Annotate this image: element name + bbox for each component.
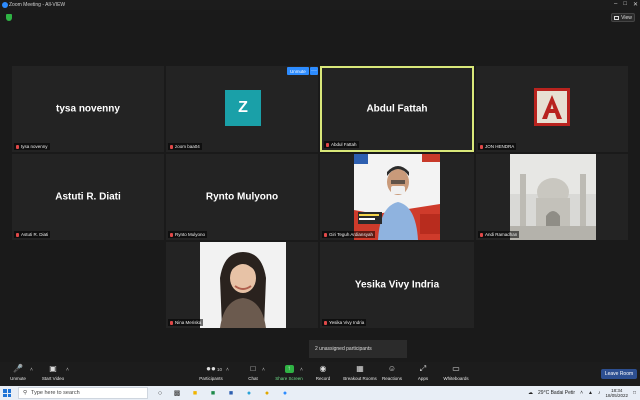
video-tile[interactable]: Nina Meriska — [166, 242, 318, 328]
window-title: Zoom Meeting - All-VIEW — [9, 2, 66, 8]
profile-picture — [534, 88, 570, 126]
leave-room-button[interactable]: Leave Room — [601, 369, 637, 379]
participant-video-feed — [200, 242, 286, 328]
whiteboards-button[interactable]: ▭ Whiteboards — [438, 364, 474, 382]
video-tile[interactable]: tysa novenny tysa novenny — [12, 66, 164, 152]
muted-mic-icon — [324, 232, 327, 237]
view-button[interactable]: View — [611, 13, 635, 22]
file-explorer-icon[interactable]: ■ — [190, 388, 200, 398]
participant-label: Rynto Mulyono — [168, 231, 208, 238]
participants-count: 10 — [217, 367, 223, 372]
chat-button[interactable]: □ Chat — [235, 364, 271, 382]
search-icon: ⚲ — [23, 390, 28, 396]
tray-overflow-icon[interactable]: ˄ — [580, 390, 583, 396]
security-shield-icon[interactable] — [6, 14, 12, 21]
video-off-icon: ▣ — [49, 364, 57, 373]
participant-name-display: Abdul Fattah — [366, 103, 428, 115]
record-button[interactable]: ◉ Record — [305, 364, 341, 382]
network-icon[interactable]: ▲ — [588, 390, 593, 396]
participant-label: Abdul Fattah — [324, 141, 359, 148]
mic-off-icon: 🎤 — [13, 364, 23, 373]
participant-video-feed — [354, 154, 440, 240]
muted-mic-icon — [324, 320, 327, 325]
clock[interactable]: 18:34 18/05/2022 — [605, 388, 628, 398]
window-controls: – □ ✕ — [614, 1, 638, 8]
widgets-icon[interactable]: ▩ — [172, 388, 182, 398]
muted-mic-icon — [16, 144, 19, 149]
avatar: Z — [225, 90, 261, 126]
participants-button[interactable]: ●● Participants — [193, 364, 229, 382]
weather-icon[interactable]: ☁ — [528, 390, 533, 396]
chevron-up-icon[interactable]: ˄ — [300, 367, 303, 373]
more-options-button[interactable]: ··· — [310, 67, 318, 75]
unassigned-participants-notice[interactable]: 2 unassigned participants — [309, 340, 407, 358]
volume-icon[interactable]: ♪ — [598, 390, 601, 396]
participant-label: Nina Meriska — [168, 319, 204, 326]
notifications-icon[interactable]: □ — [633, 390, 636, 396]
participant-label: JON HENDRA — [478, 143, 517, 150]
meeting-toolbar: 🎤 Unmute ˄ ▣ Start Video ˄ ●● Participants … — [0, 362, 640, 386]
participant-label: Giri Teguh Ardiansyah — [322, 231, 375, 238]
participant-label: Andi Ramadhan — [478, 231, 520, 238]
participant-name-display: Astuti R. Diati — [55, 191, 121, 203]
windows-start-icon[interactable] — [3, 389, 11, 397]
close-icon[interactable]: ✕ — [633, 1, 638, 8]
breakout-rooms-icon: ▦ — [356, 364, 364, 373]
chevron-up-icon[interactable]: ˄ — [262, 367, 265, 373]
participant-virtual-background — [510, 154, 596, 240]
muted-mic-icon — [170, 320, 173, 325]
taskbar-search-input[interactable]: ⚲ Type here to search — [18, 387, 148, 399]
muted-mic-icon — [326, 142, 329, 147]
video-tile[interactable]: Astuti R. Diati Astuti R. Diati — [12, 154, 164, 240]
task-view-icon[interactable]: ○ — [155, 388, 165, 398]
chevron-up-icon[interactable]: ˄ — [66, 367, 69, 373]
participant-label: zoom baa04 — [168, 143, 202, 150]
muted-mic-icon — [480, 232, 483, 237]
zoom-taskbar-icon[interactable]: ● — [280, 388, 290, 398]
participants-icon: ●● — [206, 364, 216, 373]
muted-mic-icon — [170, 144, 173, 149]
chat-icon: □ — [250, 364, 256, 373]
video-tile[interactable]: JON HENDRA — [476, 66, 628, 152]
video-tile[interactable]: Rynto Mulyono Rynto Mulyono — [166, 154, 318, 240]
whiteboard-icon: ▭ — [452, 364, 460, 373]
weather-text[interactable]: 29°C Badai Petir — [538, 390, 575, 396]
muted-mic-icon — [170, 232, 173, 237]
system-tray: ☁ 29°C Badai Petir ˄ ▲ ♪ 18:34 18/05/202… — [528, 387, 636, 399]
record-icon: ◉ — [319, 364, 327, 373]
apps-button[interactable]: ⤢ Apps — [405, 364, 441, 382]
share-screen-icon: ↑ — [284, 365, 294, 373]
excel-icon[interactable]: ■ — [208, 388, 218, 398]
video-tile[interactable]: Andi Ramadhan — [476, 154, 628, 240]
participant-label: Astuti R. Diati — [14, 231, 51, 238]
video-tile-active-speaker[interactable]: Abdul Fattah Abdul Fattah — [320, 66, 474, 152]
smiley-icon: ☺ — [387, 364, 397, 373]
minimize-icon[interactable]: – — [614, 1, 617, 8]
participant-label: tysa novenny — [14, 143, 50, 150]
title-bar: Zoom Meeting - All-VIEW – □ ✕ — [0, 0, 640, 10]
chrome-icon[interactable]: ● — [262, 388, 272, 398]
video-tile[interactable]: Giri Teguh Ardiansyah — [320, 154, 474, 240]
muted-mic-icon — [480, 144, 483, 149]
chevron-up-icon[interactable]: ˄ — [226, 367, 229, 373]
participant-name-display: Rynto Mulyono — [205, 191, 279, 203]
video-tile[interactable]: Yesika Vivy Indria Yesika Vivy Indria — [320, 242, 474, 328]
zoom-logo-icon — [2, 2, 8, 8]
apps-icon: ⤢ — [419, 364, 427, 373]
edge-icon[interactable]: ● — [244, 388, 254, 398]
grid-icon — [614, 15, 620, 20]
muted-mic-icon — [16, 232, 19, 237]
video-tile[interactable]: Z zoom baa04 — [166, 66, 318, 152]
participant-label: Yesika Vivy Indria — [322, 319, 367, 326]
chevron-up-icon[interactable]: ˄ — [30, 367, 33, 373]
unmute-participant-button[interactable]: Unmute — [287, 67, 309, 75]
maximize-icon[interactable]: □ — [623, 1, 627, 8]
word-icon[interactable]: ■ — [226, 388, 236, 398]
participant-name-display: Yesika Vivy Indria — [354, 279, 440, 291]
participant-name-display: tysa novenny — [56, 103, 120, 115]
